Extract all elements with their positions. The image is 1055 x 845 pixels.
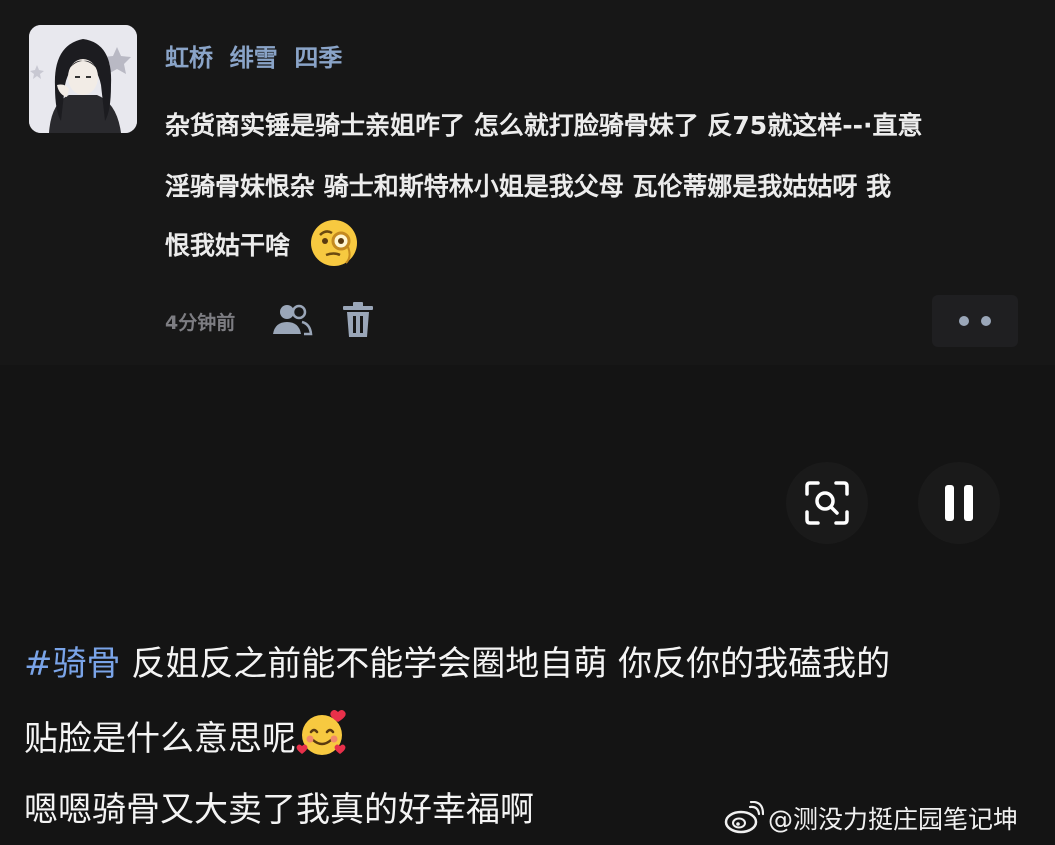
caption-text-1: 反姐反之前能不能学会圈地自萌 你反你的我磕我的 bbox=[120, 644, 891, 684]
more-dots-icon[interactable] bbox=[932, 295, 1018, 347]
avatar-illustration bbox=[29, 25, 137, 133]
trash-icon[interactable] bbox=[340, 300, 376, 340]
username[interactable]: 虹桥 绯雪 四季 bbox=[165, 38, 342, 73]
image-search-icon bbox=[805, 481, 849, 525]
caption-text-2: 贴脸是什么意思呢 bbox=[24, 719, 296, 759]
avatar[interactable] bbox=[29, 25, 137, 133]
watermark-text: @测没力挺庄园笔记坤 bbox=[768, 805, 1019, 834]
weibo-logo bbox=[724, 801, 764, 834]
caption-line-1: #骑骨 反姐反之前能不能学会圈地自萌 你反你的我磕我的 bbox=[24, 636, 890, 685]
dot bbox=[981, 316, 991, 326]
comment-card: 虹桥 绯雪 四季 杂货商实锤是骑士亲姐咋了 怎么就打脸骑骨妹了 反75就这样--… bbox=[0, 0, 1055, 365]
comment-text-line-3: 恨我姑干啥 bbox=[165, 231, 291, 260]
caption-line-2: 贴脸是什么意思呢 bbox=[24, 708, 348, 760]
caption-line-3: 嗯嗯骑骨又大卖了我真的好幸福啊 bbox=[24, 790, 534, 830]
dot bbox=[959, 316, 969, 326]
pause-icon bbox=[945, 485, 973, 521]
watermark: @测没力挺庄园笔记坤 bbox=[724, 800, 1018, 836]
comment-text-line-1: 杂货商实锤是骑士亲姐咋了 怎么就打脸骑骨妹了 反75就这样--·直意 bbox=[165, 111, 923, 140]
image-search-button[interactable] bbox=[786, 462, 868, 544]
comment-text-line-2: 淫骑骨妹恨杂 骑士和斯特林小姐是我父母 瓦伦蒂娜是我姑姑呀 我 bbox=[165, 172, 892, 201]
smiling-face-with-hearts-emoji bbox=[296, 710, 346, 755]
screenshot-page: 虹桥 绯雪 四季 杂货商实锤是骑士亲姐咋了 怎么就打脸骑骨妹了 反75就这样--… bbox=[0, 0, 1055, 845]
pause-button[interactable] bbox=[918, 462, 1000, 544]
users-icon[interactable] bbox=[270, 300, 314, 340]
face-with-monocle-emoji bbox=[311, 220, 357, 266]
hashtag-link[interactable]: #骑骨 bbox=[24, 644, 121, 684]
timestamp: 4分钟前 bbox=[165, 312, 236, 334]
